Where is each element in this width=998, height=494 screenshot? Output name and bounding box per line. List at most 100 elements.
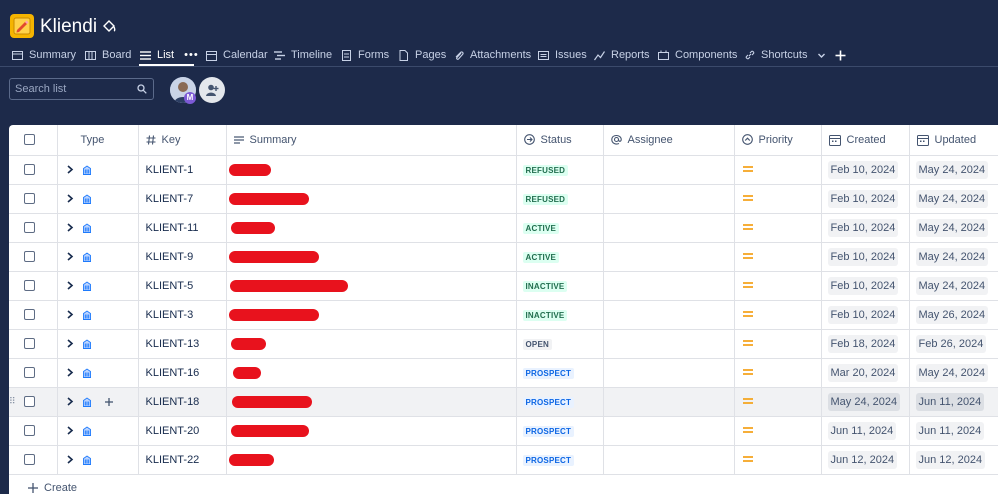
row-checkbox[interactable] <box>24 222 35 234</box>
key-cell[interactable]: KLIENT-13 <box>138 329 227 359</box>
column-header-key[interactable]: Key <box>138 125 227 156</box>
chevron-right-icon[interactable] <box>66 426 74 435</box>
table-row[interactable]: KLIENT-11 ACTIVE Feb 10, 2024 May 24, 2024 <box>9 213 998 243</box>
created-cell[interactable]: Mar 20, 2024 <box>821 358 910 388</box>
updated-cell[interactable]: May 24, 2024 <box>909 213 998 243</box>
tab-list[interactable]: List ••• <box>140 44 199 66</box>
project-logo[interactable] <box>10 14 34 38</box>
table-row[interactable]: KLIENT-5 INACTIVE Feb 10, 2024 May 24, 2024 <box>9 271 998 301</box>
add-tab-button[interactable] <box>835 44 846 66</box>
search-input[interactable] <box>10 79 132 99</box>
created-cell[interactable]: Feb 10, 2024 <box>821 271 910 301</box>
priority-cell[interactable] <box>734 271 822 301</box>
key-cell[interactable]: KLIENT-5 <box>138 271 227 301</box>
issue-key[interactable]: KLIENT-18 <box>139 396 200 408</box>
key-cell[interactable]: KLIENT-1 <box>138 155 227 185</box>
tab-timeline[interactable]: Timeline <box>274 44 332 66</box>
chevron-right-icon[interactable] <box>66 310 74 319</box>
created-cell[interactable]: Feb 10, 2024 <box>821 213 910 243</box>
summary-cell[interactable] <box>226 445 517 475</box>
status-lozenge[interactable]: PROSPECT <box>522 425 575 437</box>
tab-components[interactable]: Components <box>658 44 737 66</box>
row-checkbox[interactable] <box>24 309 35 321</box>
priority-cell[interactable] <box>734 300 822 330</box>
status-cell[interactable]: REFUSED <box>516 155 604 185</box>
updated-cell[interactable]: May 24, 2024 <box>909 358 998 388</box>
row-checkbox[interactable] <box>24 454 35 466</box>
status-cell[interactable]: PROSPECT <box>516 416 604 446</box>
created-cell[interactable]: May 24, 2024 <box>821 387 910 417</box>
priority-cell[interactable] <box>734 329 822 359</box>
assignee-cell[interactable] <box>603 387 735 417</box>
summary-cell[interactable] <box>226 300 517 330</box>
updated-cell[interactable]: May 26, 2024 <box>909 300 998 330</box>
tab-shortcuts[interactable]: Shortcuts <box>745 44 826 66</box>
status-cell[interactable]: PROSPECT <box>516 358 604 388</box>
summary-cell[interactable] <box>226 416 517 446</box>
status-cell[interactable]: INACTIVE <box>516 271 604 301</box>
priority-cell[interactable] <box>734 184 822 214</box>
status-lozenge[interactable]: PROSPECT <box>522 396 575 408</box>
row-checkbox[interactable] <box>24 338 35 350</box>
select-all-checkbox[interactable] <box>24 134 35 146</box>
status-lozenge[interactable]: INACTIVE <box>522 280 568 292</box>
table-row[interactable]: KLIENT-20 PROSPECT Jun 11, 2024 Jun 11, 202… <box>9 416 998 446</box>
issue-key[interactable]: KLIENT-1 <box>139 164 194 176</box>
search-icon[interactable] <box>137 84 147 94</box>
issue-key[interactable]: KLIENT-9 <box>139 251 194 263</box>
key-cell[interactable]: KLIENT-7 <box>138 184 227 214</box>
summary-cell[interactable] <box>226 271 517 301</box>
key-cell[interactable]: KLIENT-22 <box>138 445 227 475</box>
column-header-priority[interactable]: Priority <box>734 125 822 156</box>
summary-cell[interactable] <box>226 155 517 185</box>
status-lozenge[interactable]: INACTIVE <box>522 309 568 321</box>
issue-key[interactable]: KLIENT-3 <box>139 309 194 321</box>
tab-calendar[interactable]: Calendar <box>206 44 268 66</box>
column-header-summary[interactable]: Summary <box>226 125 517 156</box>
status-cell[interactable]: INACTIVE <box>516 300 604 330</box>
assignee-cell[interactable] <box>603 213 735 243</box>
priority-cell[interactable] <box>734 358 822 388</box>
assignee-cell[interactable] <box>603 300 735 330</box>
assignee-cell[interactable] <box>603 184 735 214</box>
summary-cell[interactable] <box>226 213 517 243</box>
key-cell[interactable]: KLIENT-20 <box>138 416 227 446</box>
status-cell[interactable]: OPEN <box>516 329 604 359</box>
key-cell[interactable]: KLIENT-18 <box>138 387 227 417</box>
chevron-right-icon[interactable] <box>66 339 74 348</box>
tab-issues[interactable]: Issues <box>538 44 587 66</box>
chevron-right-icon[interactable] <box>66 194 74 203</box>
status-lozenge[interactable]: PROSPECT <box>522 454 575 466</box>
key-cell[interactable]: KLIENT-16 <box>138 358 227 388</box>
created-cell[interactable]: Feb 10, 2024 <box>821 184 910 214</box>
assignee-cell[interactable] <box>603 358 735 388</box>
summary-cell[interactable] <box>226 358 517 388</box>
issue-key[interactable]: KLIENT-13 <box>139 338 200 350</box>
status-lozenge[interactable]: PROSPECT <box>522 367 575 379</box>
issue-key[interactable]: KLIENT-20 <box>139 425 200 437</box>
summary-cell[interactable] <box>226 242 517 272</box>
created-cell[interactable]: Feb 10, 2024 <box>821 300 910 330</box>
updated-cell[interactable]: May 24, 2024 <box>909 242 998 272</box>
row-checkbox[interactable] <box>24 251 35 263</box>
create-issue-button[interactable]: Create <box>28 482 77 494</box>
tab-reports[interactable]: Reports <box>594 44 650 66</box>
column-header-type[interactable]: Type <box>57 125 139 156</box>
assignee-cell[interactable] <box>603 445 735 475</box>
column-header-updated[interactable]: Updated <box>909 125 998 156</box>
created-cell[interactable]: Jun 11, 2024 <box>821 416 910 446</box>
table-row[interactable]: KLIENT-9 ACTIVE Feb 10, 2024 May 24, 2024 <box>9 242 998 272</box>
updated-cell[interactable]: May 24, 2024 <box>909 184 998 214</box>
table-row[interactable]: KLIENT-18 PROSPECT May 24, 2024 Jun 11, 202… <box>9 387 998 417</box>
tab-attachments[interactable]: Attachments <box>453 44 531 66</box>
column-header-created[interactable]: Created <box>821 125 910 156</box>
updated-cell[interactable]: Jun 11, 2024 <box>909 416 998 446</box>
summary-cell[interactable] <box>226 329 517 359</box>
priority-cell[interactable] <box>734 213 822 243</box>
status-cell[interactable]: PROSPECT <box>516 445 604 475</box>
row-checkbox[interactable] <box>24 280 35 292</box>
table-row[interactable]: KLIENT-22 PROSPECT Jun 12, 2024 Jun 12, 202… <box>9 445 998 475</box>
paint-bucket-icon[interactable] <box>102 19 116 33</box>
status-cell[interactable]: REFUSED <box>516 184 604 214</box>
status-cell[interactable]: PROSPECT <box>516 387 604 417</box>
